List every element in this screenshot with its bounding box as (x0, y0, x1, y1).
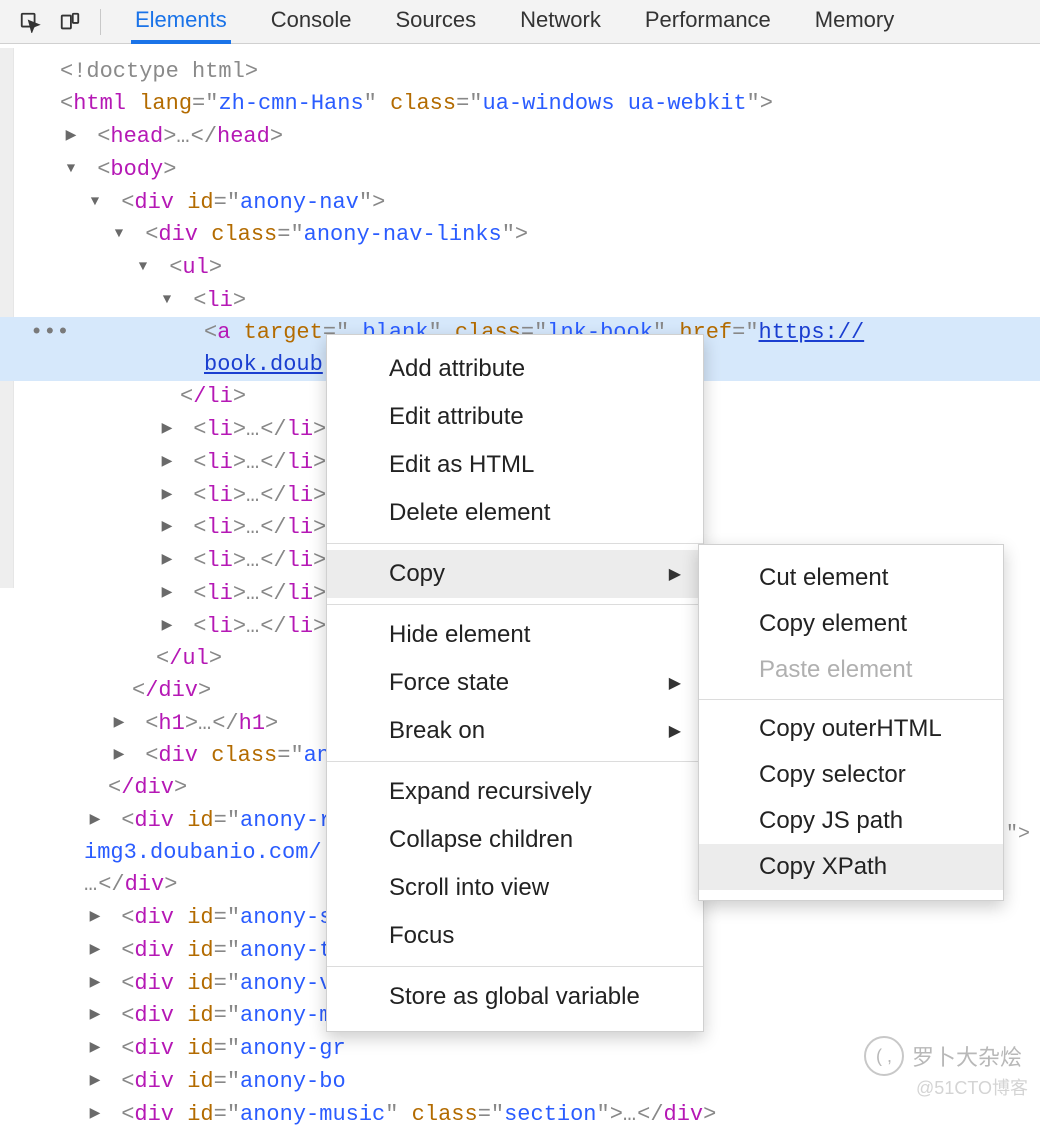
expand-toggle-icon[interactable]: ▶ (110, 707, 128, 739)
doctype-text: <!doctype html> (60, 59, 258, 84)
sub-copy-outerhtml[interactable]: Copy outerHTML (699, 706, 1003, 752)
watermark-main-text: 罗卜大杂烩 (912, 1040, 1022, 1072)
expand-toggle-icon[interactable]: ▶ (86, 901, 104, 933)
img-host-text: img3.doubanio.com/ (84, 840, 322, 865)
a-href-part1[interactable]: https:// (759, 320, 865, 345)
device-toggle-icon[interactable] (52, 4, 88, 40)
anony-nav-id: anony-nav (240, 189, 359, 214)
ctx-separator (327, 761, 703, 762)
collapse-toggle-icon[interactable]: ▼ (62, 153, 80, 185)
ctx-expand-recursively[interactable]: Expand recursively (327, 768, 703, 816)
tree-body-open[interactable]: ▼ <body> (36, 153, 1040, 186)
a-href-part2[interactable]: book.doub (204, 352, 323, 377)
expand-toggle-icon[interactable]: ▶ (86, 1032, 104, 1064)
sub-copy-element[interactable]: Copy element (699, 601, 1003, 647)
anony-nav-links-class: anony-nav-links (304, 222, 502, 247)
expand-toggle-icon[interactable]: ▶ (86, 804, 104, 836)
tab-console[interactable]: Console (267, 1, 356, 44)
tab-performance[interactable]: Performance (641, 1, 775, 44)
html-class-value: ua-windows ua-webkit (483, 91, 747, 116)
tree-div-anony-nav[interactable]: ▼ <div id="anony-nav"> (36, 186, 1040, 219)
tree-div-anony-music[interactable]: ▶ <div id="anony-music" class="section">… (36, 1098, 1040, 1131)
expand-toggle-icon[interactable]: ▶ (158, 511, 176, 543)
tree-head[interactable]: ▶ <head>…</head> (36, 120, 1040, 153)
collapse-toggle-icon[interactable]: ▼ (134, 251, 152, 283)
sub-paste-element: Paste element (699, 647, 1003, 693)
ctx-edit-attribute[interactable]: Edit attribute (327, 393, 703, 441)
ctx-scroll-into-view[interactable]: Scroll into view (327, 864, 703, 912)
watermark-sub: @51CTO博客 (916, 1074, 1028, 1100)
ctx-focus[interactable]: Focus (327, 912, 703, 960)
context-menu: Add attribute Edit attribute Edit as HTM… (326, 334, 704, 1032)
watermark-bubble-icon: ( , (864, 1036, 904, 1076)
inspect-element-icon[interactable] (12, 4, 48, 40)
expand-toggle-icon[interactable]: ▶ (86, 999, 104, 1031)
expand-toggle-icon[interactable]: ▶ (158, 577, 176, 609)
ctx-delete-element[interactable]: Delete element (327, 489, 703, 537)
expand-toggle-icon[interactable]: ▶ (86, 1065, 104, 1097)
expand-toggle-icon[interactable]: ▶ (86, 967, 104, 999)
ctx-force-state[interactable]: Force state ▶ (327, 659, 703, 707)
sub-copy-js-path[interactable]: Copy JS path (699, 798, 1003, 844)
collapse-toggle-icon[interactable]: ▼ (158, 284, 176, 316)
toolbar-divider (100, 9, 101, 35)
submenu-arrow-icon: ▶ (669, 564, 681, 584)
expand-toggle-icon[interactable]: ▶ (86, 934, 104, 966)
submenu-arrow-icon: ▶ (669, 673, 681, 693)
copy-submenu: Cut element Copy element Paste element C… (698, 544, 1004, 901)
html-lang-value: zh-cmn-Hans (218, 91, 363, 116)
collapse-toggle-icon[interactable]: ▼ (110, 218, 128, 250)
body-tag: body (110, 157, 163, 182)
watermark-logo: ( , 罗卜大杂烩 (864, 1036, 1022, 1076)
tab-elements[interactable]: Elements (131, 1, 231, 44)
tree-li-open[interactable]: ▼ <li> (36, 284, 1040, 317)
sub-copy-xpath[interactable]: Copy XPath (699, 844, 1003, 890)
tree-html-open[interactable]: <html lang="zh-cmn-Hans" class="ua-windo… (36, 88, 1040, 120)
ctx-hide-element[interactable]: Hide element (327, 611, 703, 659)
sub-cut-element[interactable]: Cut element (699, 555, 1003, 601)
expand-toggle-icon[interactable]: ▶ (158, 479, 176, 511)
ctx-store-global[interactable]: Store as global variable (327, 973, 703, 1021)
ctx-edit-as-html[interactable]: Edit as HTML (327, 441, 703, 489)
submenu-arrow-icon: ▶ (669, 721, 681, 741)
ctx-collapse-children[interactable]: Collapse children (327, 816, 703, 864)
expand-toggle-icon[interactable]: ▶ (158, 446, 176, 478)
expand-toggle-icon[interactable]: ▶ (158, 544, 176, 576)
sub-copy-selector[interactable]: Copy selector (699, 752, 1003, 798)
tab-memory[interactable]: Memory (811, 1, 898, 44)
expand-toggle-icon[interactable]: ▶ (158, 413, 176, 445)
tab-sources[interactable]: Sources (391, 1, 480, 44)
ctx-add-attribute[interactable]: Add attribute (327, 345, 703, 393)
tree-doctype[interactable]: <!doctype html> (36, 56, 1040, 88)
ctx-separator (327, 543, 703, 544)
expand-toggle-icon[interactable]: ▶ (62, 120, 80, 152)
expand-toggle-icon[interactable]: ▶ (110, 739, 128, 771)
tree-div-anony-nav-links[interactable]: ▼ <div class="anony-nav-links"> (36, 218, 1040, 251)
scroll-right-indicator: "> (1006, 823, 1030, 846)
ctx-break-on[interactable]: Break on ▶ (327, 707, 703, 755)
expand-toggle-icon[interactable]: ▶ (158, 610, 176, 642)
tab-network[interactable]: Network (516, 1, 605, 44)
head-tag: head (110, 124, 163, 149)
devtools-toolbar: Elements Console Sources Network Perform… (0, 0, 1040, 44)
ctx-copy[interactable]: Copy ▶ (327, 550, 703, 598)
collapse-toggle-icon[interactable]: ▼ (86, 186, 104, 218)
ctx-separator (327, 604, 703, 605)
expand-toggle-icon[interactable]: ▶ (86, 1098, 104, 1130)
devtools-tabs: Elements Console Sources Network Perform… (131, 0, 898, 43)
sub-separator (699, 699, 1003, 700)
selection-indicator-icon: ••• (30, 317, 70, 349)
ctx-separator (327, 966, 703, 967)
tree-ul-open[interactable]: ▼ <ul> (36, 251, 1040, 284)
